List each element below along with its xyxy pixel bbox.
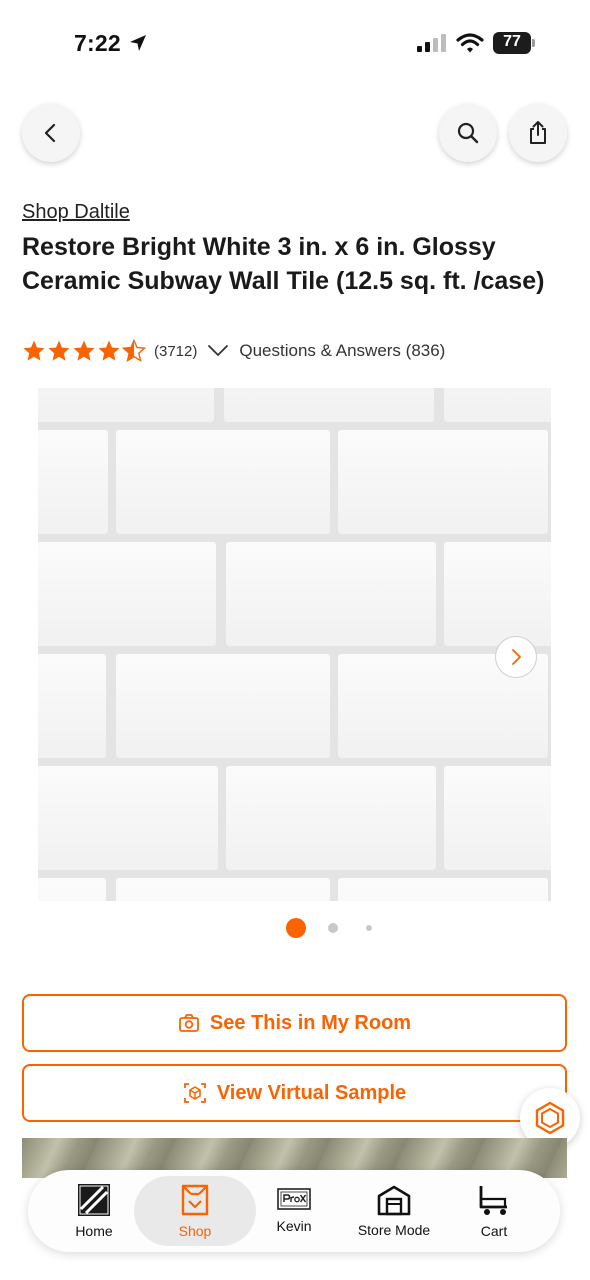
product-image[interactable] [38,388,551,901]
tab-home[interactable]: Home [44,1176,144,1246]
bottom-tab-bar: Home Shop Kevin Store Mode Cart [28,1170,560,1252]
virtual-sample-icon [183,1083,206,1103]
tab-shop[interactable]: Shop [134,1176,256,1246]
tab-home-label: Home [75,1223,113,1239]
search-icon [457,122,479,144]
location-arrow-icon [130,35,146,51]
back-button[interactable] [22,104,80,162]
tab-kevin[interactable]: Kevin [244,1176,344,1246]
status-time: 7:22 [74,30,121,56]
tab-shop-label: Shop [178,1223,212,1239]
rating-row[interactable]: (3712) Questions & Answers (836) [22,338,445,364]
view-virtual-sample-button[interactable]: View Virtual Sample [22,1064,567,1122]
next-image-button[interactable] [495,636,537,678]
subway-tile-image [38,388,551,901]
star-icon [48,340,70,361]
brand-link[interactable]: Shop Daltile [22,201,130,224]
share-icon [530,121,546,144]
tab-cart-label: Cart [480,1223,508,1239]
battery-level: 77 [503,33,521,50]
carousel-dot[interactable] [328,923,338,933]
carousel-dots [0,918,590,938]
hexagon-assistant-icon [535,1101,565,1135]
half-star-icon [122,339,146,363]
chevron-down-icon [208,345,229,356]
star-icon [98,340,120,361]
shop-icon [181,1184,209,1216]
tab-kevin-label: Kevin [276,1218,312,1234]
view-virtual-sample-label: View Virtual Sample [216,1081,407,1104]
wifi-icon [456,33,484,53]
tab-store-mode[interactable]: Store Mode [344,1176,444,1246]
review-count[interactable]: (3712) [154,343,197,360]
tab-store-mode-label: Store Mode [357,1222,431,1238]
cart-icon [479,1186,507,1215]
carousel-dot-active[interactable] [286,918,306,938]
star-rating [22,339,146,363]
see-in-my-room-label: See This in My Room [209,1011,412,1034]
cellular-signal-icon [417,34,446,52]
chevron-right-icon [512,649,521,665]
share-button[interactable] [509,104,567,162]
store-icon [377,1185,411,1216]
search-button[interactable] [439,104,497,162]
camera-icon [179,1014,199,1032]
home-depot-logo-icon [78,1184,110,1216]
battery-icon: 77 [493,32,535,54]
product-title: Restore Bright White 3 in. x 6 in. Gloss… [22,233,545,295]
tab-cart[interactable]: Cart [444,1176,544,1246]
carousel-dot[interactable] [366,925,372,931]
status-bar: 7:22 77 [0,0,590,88]
chevron-left-icon [44,123,56,143]
star-icon [73,340,95,361]
pro-x-icon [277,1188,311,1210]
star-icon [23,340,45,361]
questions-answers-link[interactable]: Questions & Answers (836) [239,341,445,361]
see-in-my-room-button[interactable]: See This in My Room [22,994,567,1052]
